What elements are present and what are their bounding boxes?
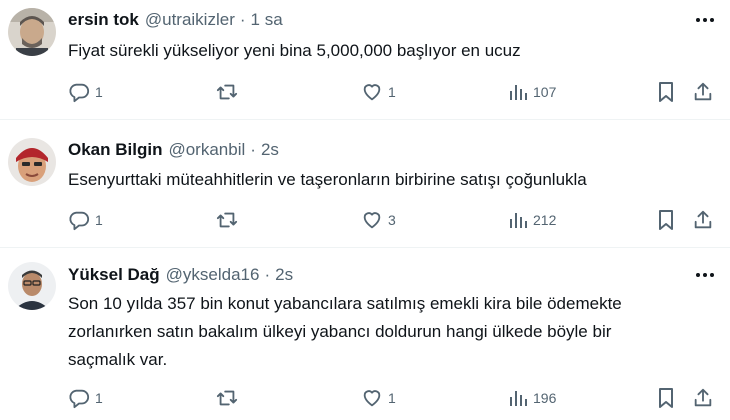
timestamp[interactable]: 2s (275, 265, 293, 285)
tweet-actions: 1 3 212 (0, 208, 730, 232)
reply-icon (68, 81, 90, 103)
separator-dot: · (250, 140, 256, 159)
reply-icon (68, 387, 90, 409)
tweet-text-line: zorlanırken satın bakalım ülkeyi yabancı… (68, 322, 612, 341)
retweet-button[interactable] (215, 386, 244, 410)
avatar[interactable] (8, 262, 56, 310)
retweet-icon (215, 81, 239, 103)
views-button[interactable]: 212 (508, 208, 556, 232)
bookmark-button[interactable] (656, 386, 676, 410)
more-options-icon[interactable] (694, 9, 716, 31)
tweet-ersin-tok[interactable]: ersin tok @utraikizler · 1 sa Fiyat süre… (0, 0, 730, 118)
tweet-actions: 1 1 107 (0, 80, 730, 104)
reply-count: 1 (95, 84, 103, 100)
display-name[interactable]: Yüksel Dağ (68, 265, 160, 285)
like-button[interactable]: 1 (361, 80, 396, 104)
user-handle[interactable]: @utraikizler (145, 10, 235, 30)
tweet-header: Okan Bilgin @orkanbil · 2s (68, 139, 279, 161)
heart-icon (361, 387, 383, 409)
timestamp[interactable]: 2s (261, 140, 279, 160)
heart-icon (361, 81, 383, 103)
tweet-text-line: saçmalık var. (68, 350, 168, 369)
reply-button[interactable]: 1 (68, 80, 103, 104)
tweet-text: Esenyurttaki müteahhitlerin ve taşeronla… (68, 170, 587, 189)
share-icon (692, 209, 714, 231)
more-options-icon[interactable] (694, 264, 716, 286)
share-icon (692, 387, 714, 409)
tweet-okan-bilgin[interactable]: Okan Bilgin @orkanbil · 2s Esenyurttaki … (0, 120, 730, 246)
tweet-actions: 1 1 196 (0, 386, 730, 410)
tweet-yuksel-dag[interactable]: Yüksel Dağ @ykselda16 · 2s Son 10 yılda … (0, 248, 730, 420)
retweet-icon (215, 209, 239, 231)
like-count: 1 (388, 390, 396, 406)
retweet-button[interactable] (215, 208, 244, 232)
bookmark-icon (656, 81, 676, 103)
retweet-icon (215, 387, 239, 409)
views-chart-icon (508, 388, 528, 408)
reply-button[interactable]: 1 (68, 208, 103, 232)
display-name[interactable]: ersin tok (68, 10, 139, 30)
like-count: 1 (388, 84, 396, 100)
display-name[interactable]: Okan Bilgin (68, 140, 162, 160)
tweet-text-line: Son 10 yılda 357 bin konut yabancılara s… (68, 294, 622, 313)
separator-dot: · (264, 265, 271, 284)
views-chart-icon (508, 82, 528, 102)
separator-dot: · (239, 10, 246, 29)
views-button[interactable]: 107 (508, 80, 556, 104)
user-handle[interactable]: @ykselda16 (166, 265, 260, 285)
view-count: 212 (533, 212, 557, 228)
view-count: 107 (533, 84, 557, 100)
avatar[interactable] (8, 8, 56, 56)
like-button[interactable]: 1 (361, 386, 396, 410)
reply-count: 1 (95, 212, 103, 228)
share-icon (692, 81, 714, 103)
view-count: 196 (533, 390, 557, 406)
share-button[interactable] (692, 386, 714, 410)
user-handle[interactable]: @orkanbil (168, 140, 245, 160)
views-button[interactable]: 196 (508, 386, 556, 410)
reply-count: 1 (95, 390, 103, 406)
bookmark-button[interactable] (656, 80, 676, 104)
heart-icon (361, 209, 383, 231)
bookmark-icon (656, 209, 676, 231)
timestamp[interactable]: 1 sa (251, 10, 283, 30)
tweet-text: Fiyat sürekli yükseliyor yeni bina 5,000… (68, 41, 521, 60)
tweet-text: Son 10 yılda 357 bin konut yabancılara s… (68, 290, 718, 374)
views-chart-icon (508, 210, 528, 230)
like-count: 3 (388, 212, 396, 228)
bookmark-icon (656, 387, 676, 409)
share-button[interactable] (692, 80, 714, 104)
share-button[interactable] (692, 208, 714, 232)
like-button[interactable]: 3 (361, 208, 396, 232)
reply-button[interactable]: 1 (68, 386, 103, 410)
retweet-button[interactable] (215, 80, 244, 104)
tweet-header: ersin tok @utraikizler · 1 sa (68, 9, 283, 31)
reply-icon (68, 209, 90, 231)
avatar[interactable] (8, 138, 56, 186)
tweet-header: Yüksel Dağ @ykselda16 · 2s (68, 264, 293, 286)
bookmark-button[interactable] (656, 208, 676, 232)
